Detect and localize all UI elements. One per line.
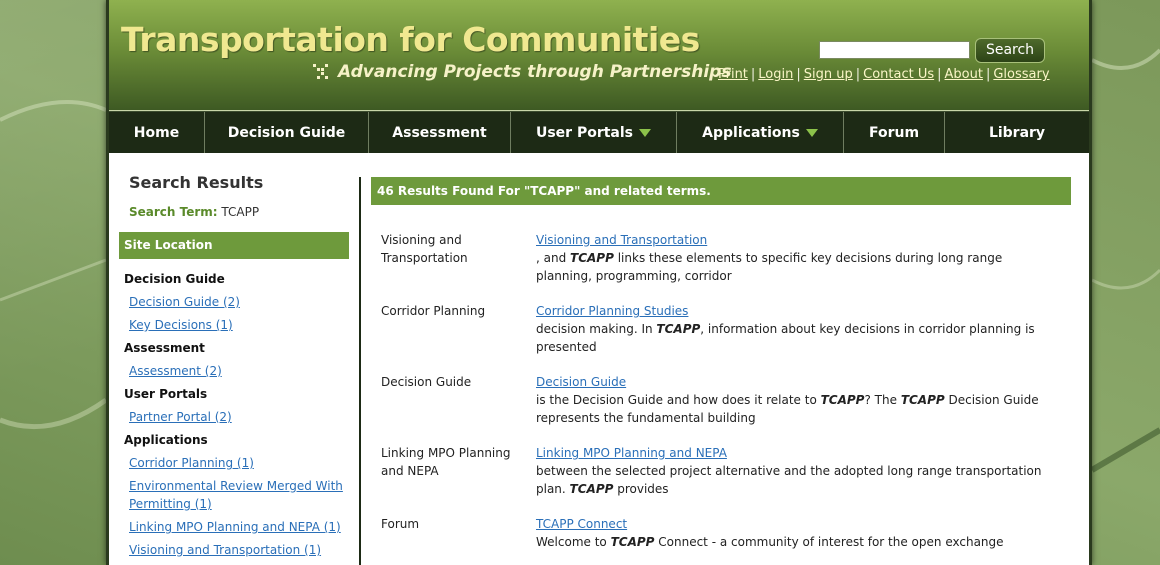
site-title[interactable]: Transportation for Communities — [121, 20, 700, 59]
about-link[interactable]: About — [945, 67, 983, 82]
result-title-link[interactable]: Visioning and Transportation — [536, 231, 1046, 249]
nav-assessment[interactable]: Assessment — [369, 112, 511, 153]
group-applications: Applications — [124, 433, 208, 447]
result-title-link[interactable]: Corridor Planning Studies — [536, 302, 1046, 320]
group-decision-guide: Decision Guide — [124, 272, 225, 286]
login-link[interactable]: Login — [758, 67, 793, 82]
search-term-label: Search Term: — [129, 205, 218, 219]
link-visioning[interactable]: Visioning and Transportation (1) — [124, 539, 359, 562]
print-link[interactable]: Print — [718, 67, 748, 82]
link-linking-mpo[interactable]: Linking MPO Planning and NEPA (1) — [124, 516, 359, 539]
nav-forum[interactable]: Forum — [844, 112, 945, 153]
search-term: Search Term: TCAPP — [129, 205, 259, 219]
nav-library[interactable]: Library — [945, 112, 1089, 153]
result-category: Visioning and Transportation — [381, 233, 468, 265]
dropdown-arrow-icon — [639, 128, 652, 137]
nav-decision-guide[interactable]: Decision Guide — [205, 112, 369, 153]
nav-applications[interactable]: Applications — [677, 112, 844, 153]
group-user-portals: User Portals — [124, 387, 208, 401]
nav-home[interactable]: Home — [109, 112, 205, 153]
result-title-link[interactable]: Decision Guide — [536, 373, 1046, 391]
main-content: Search Results Search Term: TCAPP Site L… — [109, 153, 1089, 565]
search-term-value: TCAPP — [221, 205, 260, 219]
results-count-header: 46 Results Found For "TCAPP" and related… — [371, 177, 1071, 205]
column-divider — [359, 177, 361, 565]
contact-us-link[interactable]: Contact Us — [863, 67, 934, 82]
glossary-link[interactable]: Glossary — [993, 67, 1049, 82]
search-input[interactable] — [819, 41, 970, 59]
utility-links: Print | Login | Sign up | Contact Us | About | Glo… — [718, 67, 1050, 82]
result-category: Corridor Planning — [381, 304, 486, 318]
group-assessment: Assessment — [124, 341, 205, 355]
dropdown-arrow-icon — [805, 128, 818, 137]
result-title-link[interactable]: Linking MPO Planning and NEPA — [536, 444, 1046, 462]
link-partner-portal[interactable]: Partner Portal (2) — [124, 406, 359, 429]
link-environmental-review[interactable]: Environmental Review Merged With Permitt… — [124, 475, 359, 516]
results-panel: 46 Results Found For "TCAPP" and related… — [371, 177, 1071, 549]
result-category: Forum — [381, 517, 420, 531]
link-assessment[interactable]: Assessment (2) — [124, 360, 359, 383]
main-nav: Home Decision Guide Assessment User Port… — [109, 111, 1089, 153]
result-title-link[interactable]: TCAPP Connect — [536, 515, 1046, 533]
link-decision-guide[interactable]: Decision Guide (2) — [124, 291, 359, 314]
dotted-arrow-icon — [313, 64, 328, 79]
search-button[interactable]: Search — [975, 38, 1045, 63]
site-header: Transportation for Communities Advancing… — [109, 0, 1089, 111]
location-list: Decision Guide Decision Guide (2) Key De… — [124, 268, 359, 562]
result-category: Linking MPO Planning and NEPA — [381, 446, 511, 478]
link-key-decisions[interactable]: Key Decisions (1) — [124, 314, 359, 337]
site-location-header: Site Location — [119, 232, 349, 259]
tagline-text: Advancing Projects through Partnerships — [338, 62, 732, 82]
link-corridor-planning[interactable]: Corridor Planning (1) — [124, 452, 359, 475]
sidebar-title: Search Results — [129, 173, 264, 192]
result-category: Decision Guide — [381, 375, 472, 389]
signup-link[interactable]: Sign up — [804, 67, 853, 82]
page-container: Transportation for Communities Advancing… — [106, 0, 1092, 565]
tagline: Advancing Projects through Partnerships — [312, 62, 731, 82]
nav-user-portals[interactable]: User Portals — [511, 112, 677, 153]
